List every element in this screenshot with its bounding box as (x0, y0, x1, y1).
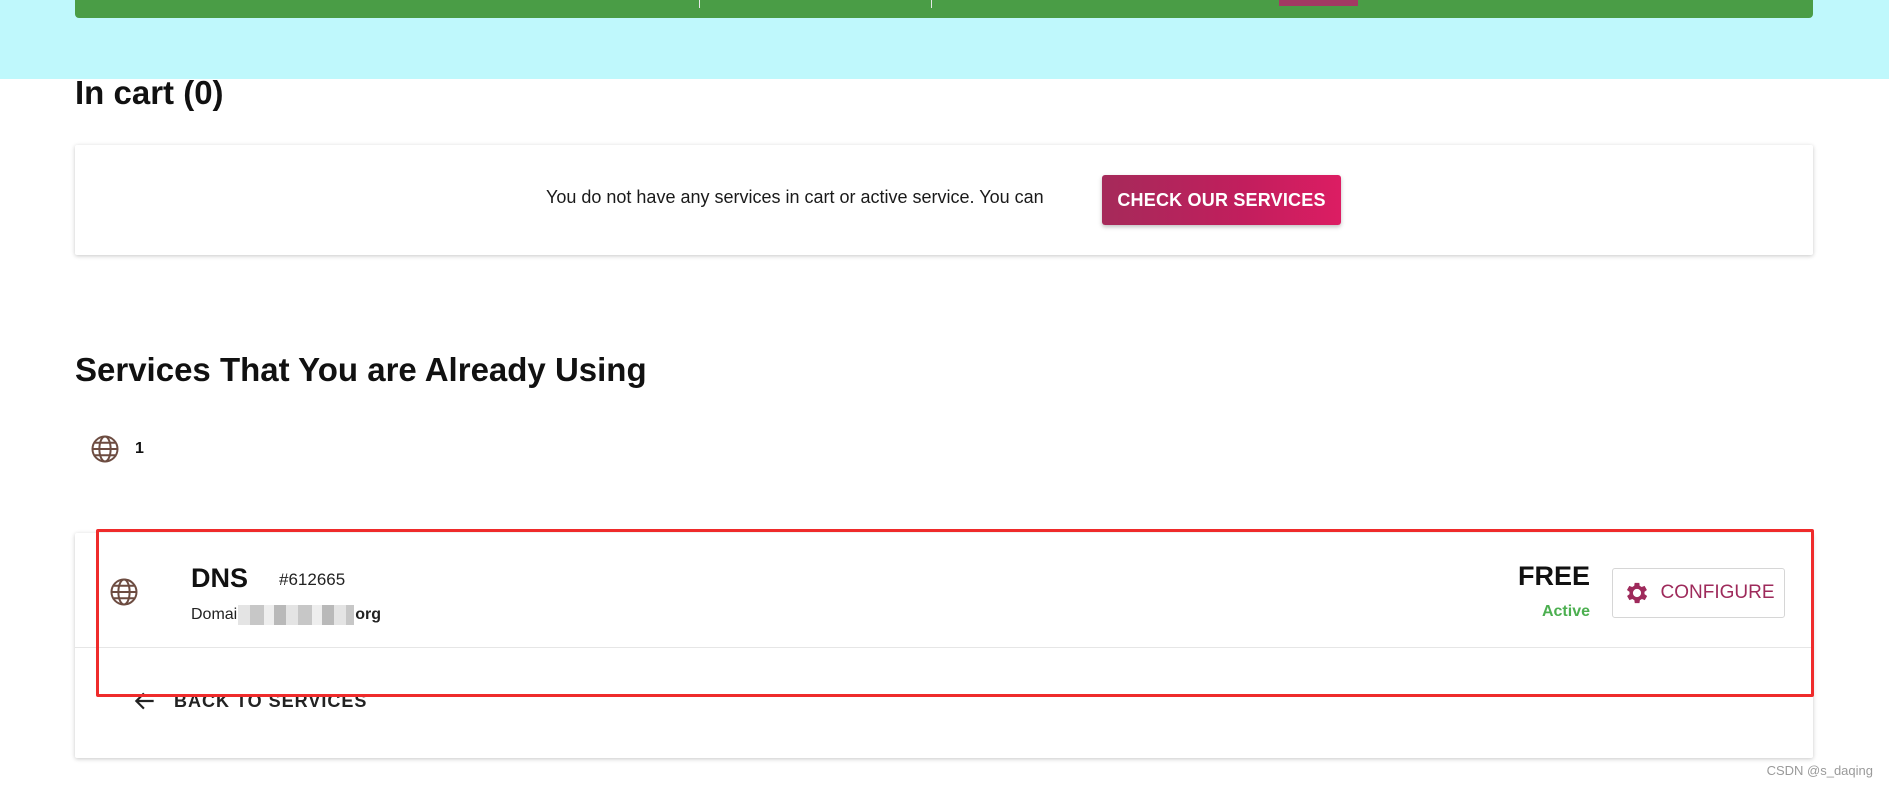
cart-title: In cart (0) (75, 74, 224, 111)
arrow-left-icon (134, 692, 154, 710)
globe-icon (110, 578, 138, 606)
nav-separator (699, 0, 700, 8)
service-name: DNS (191, 563, 249, 593)
nav-bar (75, 0, 1813, 18)
configure-button[interactable]: CONFIGURE (1612, 568, 1785, 618)
card-divider (75, 647, 1813, 648)
cart-card: You do not have any services in cart or … (75, 145, 1813, 255)
service-price: FREE (1517, 561, 1590, 591)
check-our-services-button[interactable]: CHECK OUR SERVICES (1102, 175, 1341, 225)
services-count: 1 (90, 434, 144, 464)
gear-icon (1626, 582, 1647, 604)
nav-separator (931, 0, 932, 8)
service-card: DNS #612665 Domai org FREE Active CONFIG… (75, 533, 1813, 758)
configure-label: CONFIGURE (1660, 582, 1775, 603)
watermark: CSDN @s_daqing (1766, 763, 1873, 778)
cart-empty-message: You do not have any services in cart or … (546, 187, 1044, 207)
service-id: #612665 (279, 570, 346, 589)
service-domain: Domai org (191, 605, 381, 625)
globe-icon (91, 435, 119, 463)
service-status-badge: Active (1541, 603, 1590, 620)
service-domain-suffix: org (355, 606, 382, 623)
active-tab-indicator[interactable] (1279, 0, 1358, 6)
services-count-value: 1 (135, 440, 144, 457)
services-title: Services That You are Already Using (75, 351, 647, 388)
back-label: BACK TO SERVICES (174, 690, 368, 711)
back-to-services-link[interactable]: BACK TO SERVICES (132, 688, 367, 714)
service-domain-prefix: Domai (191, 606, 238, 623)
redacted-domain (238, 605, 355, 625)
